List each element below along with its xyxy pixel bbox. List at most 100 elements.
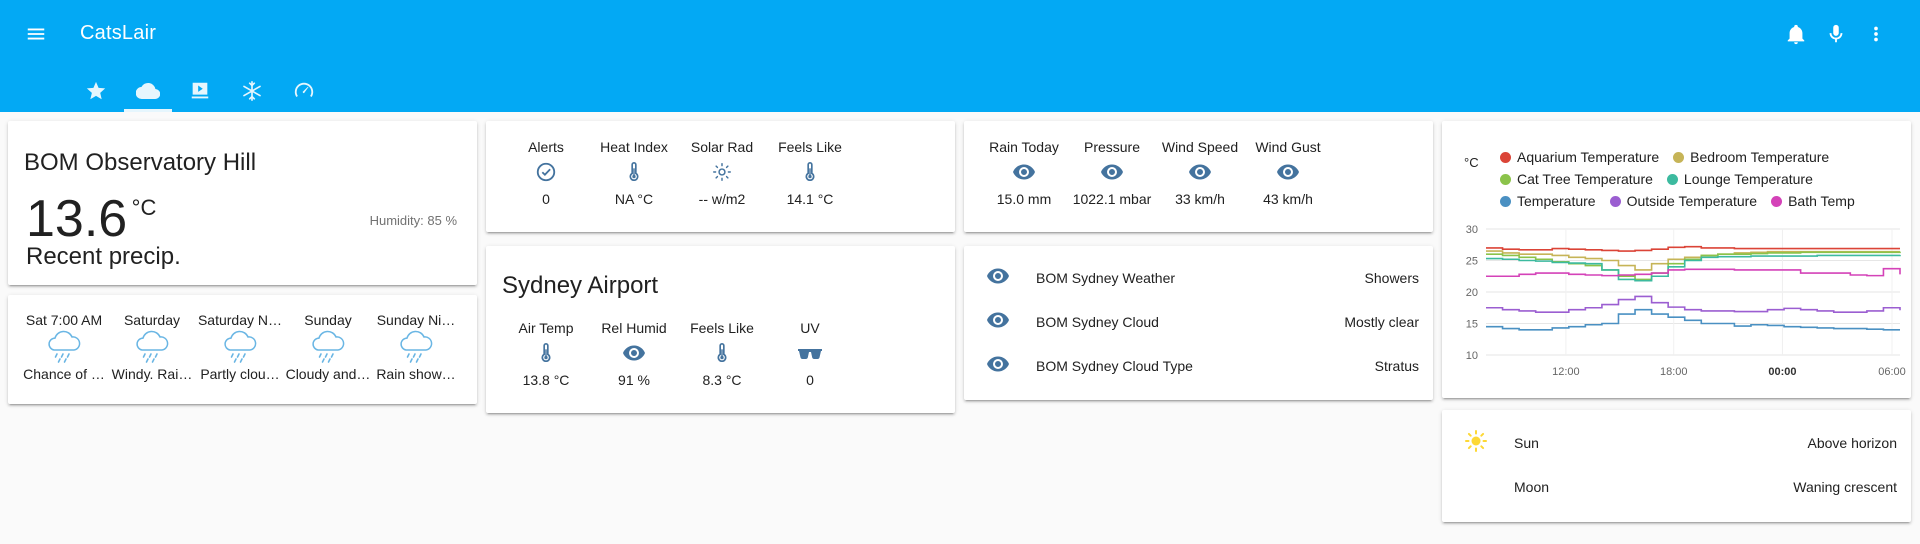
legend-item[interactable]: Lounge Temperature	[1666, 171, 1813, 187]
forecast-item[interactable]: Saturday Windy. Rai…	[108, 312, 196, 382]
tab-media[interactable]	[174, 70, 226, 112]
series-line-aquarium-temperature	[1486, 245, 1900, 252]
dots-vertical-icon	[1874, 26, 1878, 42]
tab-weather[interactable]	[122, 70, 174, 112]
glance-item-wind-speed[interactable]: Wind Speed 33 km/h	[1156, 137, 1244, 207]
thermometer-icon	[711, 342, 733, 369]
app-header: CatsLair	[0, 0, 1920, 112]
glance-item-icon-wrap	[1276, 157, 1300, 191]
glance-item-rain-today[interactable]: Rain Today 15.0 mm	[980, 137, 1068, 207]
legend-item[interactable]: Cat Tree Temperature	[1500, 171, 1653, 187]
glance-item-alerts[interactable]: Alerts 0	[502, 137, 590, 207]
temperature-value: 13.6	[26, 190, 128, 248]
legend-label: Lounge Temperature	[1683, 171, 1813, 187]
entity-row-bom-sydney-weather[interactable]: BOM Sydney Weather Showers	[964, 256, 1433, 300]
forecast-item[interactable]: Sunday Cloudy and…	[284, 312, 372, 382]
eye-icon	[1012, 160, 1036, 189]
glance-grid: Alerts 0 Heat Index NA °C Solar Rad -- w/m2 Fe…	[502, 137, 854, 207]
legend-item[interactable]: Aquarium Temperature	[1500, 149, 1659, 165]
tab-gauges[interactable]	[278, 70, 330, 112]
eye-icon	[1276, 160, 1300, 189]
forecast-condition: Partly clou…	[200, 366, 280, 382]
eye-icon	[1188, 160, 1212, 189]
y-tick-label: 20	[1466, 287, 1478, 299]
glance-item-feels-like[interactable]: Feels Like 8.3 °C	[678, 318, 766, 388]
glance-item-rel-humid[interactable]: Rel Humid 91 %	[590, 318, 678, 388]
thermometer-icon	[799, 161, 821, 188]
forecast-day: Saturday N…	[197, 312, 283, 328]
entity-name: BOM Sydney Cloud	[1036, 314, 1159, 330]
glance-item-label: Wind Speed	[1161, 139, 1239, 155]
glance-card-sydney-airport: Sydney Airport Air Temp 13.8 °C Rel Humid 9…	[486, 246, 955, 413]
legend-item[interactable]: Bath Temp	[1771, 193, 1855, 209]
glance-item-icon-wrap	[535, 157, 557, 191]
glance-item-wind-gust[interactable]: Wind Gust 43 km/h	[1244, 137, 1332, 207]
forecast-condition: Windy. Rai…	[111, 366, 193, 382]
glance-item-icon-wrap	[1188, 157, 1212, 191]
thermometer-icon	[535, 342, 557, 369]
glance-item-label: Rel Humid	[601, 320, 667, 336]
legend-label: Outside Temperature	[1626, 193, 1758, 209]
voice-button[interactable]	[1820, 18, 1852, 50]
glance-item-label: Alerts	[528, 139, 564, 155]
glance-item-label: Pressure	[1083, 139, 1141, 155]
entity-row-bom-sydney-cloud-type[interactable]: BOM Sydney Cloud Type Stratus	[964, 344, 1433, 388]
media-icon	[191, 82, 209, 99]
entity-name: Moon	[1514, 479, 1550, 495]
forecast-card[interactable]: Sat 7:00 AM Chance of … Saturday Windy. Rai…	[8, 295, 477, 404]
entities-card-sun-moon: Sun Above horizon Moon Waning crescent	[1442, 410, 1911, 522]
location-name: BOM Observatory Hill	[24, 149, 257, 176]
legend-label: Aquarium Temperature	[1517, 149, 1660, 165]
x-tick-label: 18:00	[1660, 366, 1688, 378]
legend-item[interactable]: Temperature	[1500, 193, 1596, 209]
glance-item-heat-index[interactable]: Heat Index NA °C	[590, 137, 678, 207]
glance-item-pressure[interactable]: Pressure 1022.1 mbar	[1068, 137, 1156, 207]
glance-item-uv[interactable]: UV 0	[766, 318, 854, 388]
more-options-button[interactable]	[1860, 18, 1892, 50]
series-line-bath-temp	[1486, 267, 1901, 278]
forecast-item[interactable]: Sat 7:00 AM Chance of …	[20, 312, 108, 382]
current-temperature: 13.6 °C	[26, 189, 156, 249]
tab-climate[interactable]	[226, 70, 278, 112]
rainy-cloud-icon	[196, 328, 284, 366]
menu-button[interactable]	[20, 18, 52, 50]
entity-row-bom-sydney-cloud[interactable]: BOM Sydney Cloud Mostly clear	[964, 300, 1433, 344]
entity-name: BOM Sydney Cloud Type	[1036, 358, 1193, 374]
bell-icon	[1787, 24, 1805, 45]
glance-item-solar-rad[interactable]: Solar Rad -- w/m2	[678, 137, 766, 207]
entity-state: Above horizon	[1807, 435, 1897, 451]
forecast-list: Sat 7:00 AM Chance of … Saturday Windy. Rai…	[23, 312, 468, 402]
legend-item[interactable]: Bedroom Temperature	[1673, 149, 1829, 165]
header-actions	[1780, 18, 1892, 50]
glance-item-icon-wrap	[711, 338, 733, 372]
glance-item-label: Rain Today	[989, 139, 1059, 155]
y-tick-label: 15	[1466, 319, 1478, 331]
brightness-icon	[711, 161, 733, 188]
entity-icon-wrap	[1448, 429, 1504, 458]
glance-item-air-temp[interactable]: Air Temp 13.8 °C	[502, 318, 590, 388]
entity-state: Stratus	[1374, 358, 1419, 374]
x-tick-label: 00:00	[1768, 366, 1796, 378]
card-title: Sydney Airport	[502, 272, 659, 299]
entity-icon-wrap	[970, 264, 1026, 293]
view-tabs	[70, 70, 330, 112]
legend-item[interactable]: Outside Temperature	[1609, 193, 1758, 209]
notifications-button[interactable]	[1780, 18, 1812, 50]
chart-legend: Aquarium Temperature Bedroom Temperature C…	[1500, 149, 1880, 209]
sun-icon	[1464, 429, 1488, 458]
glance-item-feels-like[interactable]: Feels Like 14.1 °C	[766, 137, 854, 207]
rainy-cloud-icon	[20, 328, 108, 366]
moon-icon	[1464, 473, 1488, 502]
temperature-unit: °C	[131, 195, 157, 220]
glance-card-alerts: Alerts 0 Heat Index NA °C Solar Rad -- w/m2 Fe…	[486, 121, 955, 232]
tab-favorites[interactable]	[70, 70, 122, 112]
glance-grid: Air Temp 13.8 °C Rel Humid 91 % Feels Like 8.…	[502, 318, 854, 388]
weather-card-observatory-hill[interactable]: BOM Observatory Hill 13.6 °C Recent prec…	[8, 121, 477, 285]
legend-swatch	[1500, 151, 1511, 163]
entity-row-sun[interactable]: Sun Above horizon	[1442, 421, 1911, 465]
glance-item-value: -- w/m2	[698, 191, 746, 207]
entity-row-moon[interactable]: Moon Waning crescent	[1442, 465, 1911, 509]
forecast-item[interactable]: Sunday Ni… Rain show…	[372, 312, 460, 382]
glance-item-value: 14.1 °C	[786, 191, 834, 207]
forecast-item[interactable]: Saturday N… Partly clou…	[196, 312, 284, 382]
